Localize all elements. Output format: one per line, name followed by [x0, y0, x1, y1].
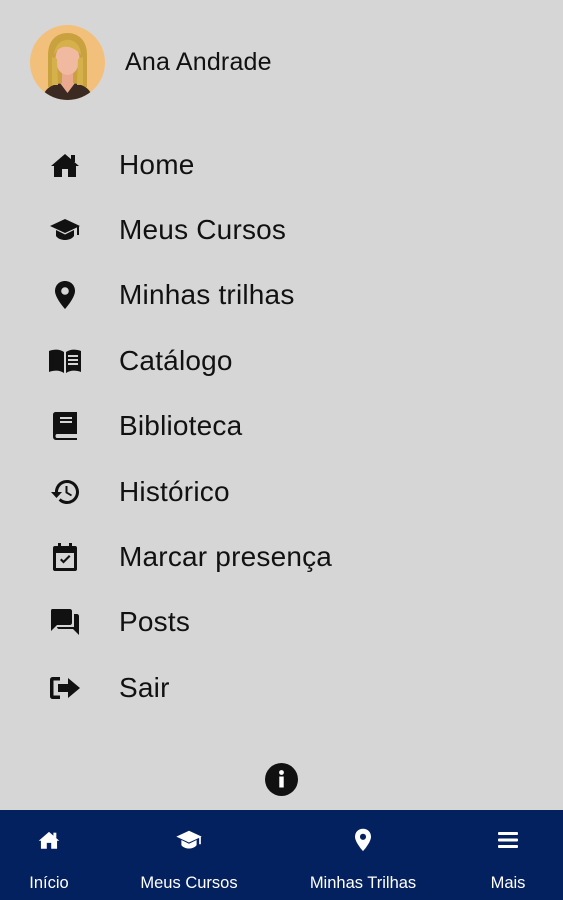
- nav-label: Mais: [490, 874, 526, 892]
- map-pin-icon: [48, 278, 82, 312]
- nav-label: Minhas Trilhas: [309, 874, 417, 892]
- menu-item-label: Histórico: [119, 475, 230, 507]
- avatar[interactable]: [30, 25, 105, 100]
- open-book-icon: [48, 344, 82, 378]
- info-icon[interactable]: [265, 763, 298, 796]
- menu-item-catalogo[interactable]: Catálogo: [0, 328, 563, 393]
- history-icon: [48, 475, 82, 509]
- menu-item-label: Marcar presença: [119, 541, 333, 573]
- profile-header[interactable]: Ana Andrade: [30, 25, 272, 100]
- chat-icon: [48, 605, 82, 639]
- nav-item-meus-cursos[interactable]: Meus Cursos: [133, 810, 245, 900]
- graduation-cap-icon: [175, 828, 203, 852]
- menu-item-label: Posts: [119, 606, 191, 638]
- menu-item-label: Home: [119, 148, 195, 180]
- nav-item-minhas-trilhas[interactable]: Minhas Trilhas: [302, 810, 424, 900]
- menu-icon: [498, 828, 518, 852]
- menu-item-label: Minhas trilhas: [119, 279, 295, 311]
- home-icon: [38, 828, 60, 852]
- map-pin-icon: [354, 828, 372, 852]
- menu-item-label: Meus Cursos: [119, 214, 287, 246]
- menu-item-meus-cursos[interactable]: Meus Cursos: [0, 197, 563, 262]
- drawer-screen: Ana Andrade Home Meus Cursos Minhas tril…: [0, 0, 563, 900]
- menu-item-label: Sair: [119, 671, 170, 703]
- menu-item-posts[interactable]: Posts: [0, 590, 563, 655]
- menu-item-home[interactable]: Home: [0, 132, 563, 197]
- sign-out-icon: [48, 671, 82, 705]
- graduation-cap-icon: [48, 213, 82, 247]
- bottom-navigation: Início Meus Cursos Minhas Trilhas Mais: [0, 810, 563, 900]
- menu-item-minhas-trilhas[interactable]: Minhas trilhas: [0, 263, 563, 328]
- menu-item-label: Catálogo: [119, 344, 233, 376]
- nav-label: Meus Cursos: [140, 874, 238, 892]
- home-icon: [48, 148, 82, 182]
- menu-item-marcar-presenca[interactable]: Marcar presença: [0, 524, 563, 589]
- menu-item-sair[interactable]: Sair: [0, 655, 563, 720]
- side-menu: Home Meus Cursos Minhas trilhas Catálogo…: [0, 132, 563, 721]
- calendar-check-icon: [48, 540, 82, 574]
- menu-item-label: Biblioteca: [119, 410, 243, 442]
- menu-item-historico[interactable]: Histórico: [0, 459, 563, 524]
- nav-item-inicio[interactable]: Início: [22, 810, 76, 900]
- nav-item-mais[interactable]: Mais: [484, 810, 532, 900]
- nav-label: Início: [29, 874, 69, 892]
- profile-name: Ana Andrade: [125, 48, 272, 76]
- book-icon: [48, 409, 82, 443]
- menu-item-biblioteca[interactable]: Biblioteca: [0, 394, 563, 459]
